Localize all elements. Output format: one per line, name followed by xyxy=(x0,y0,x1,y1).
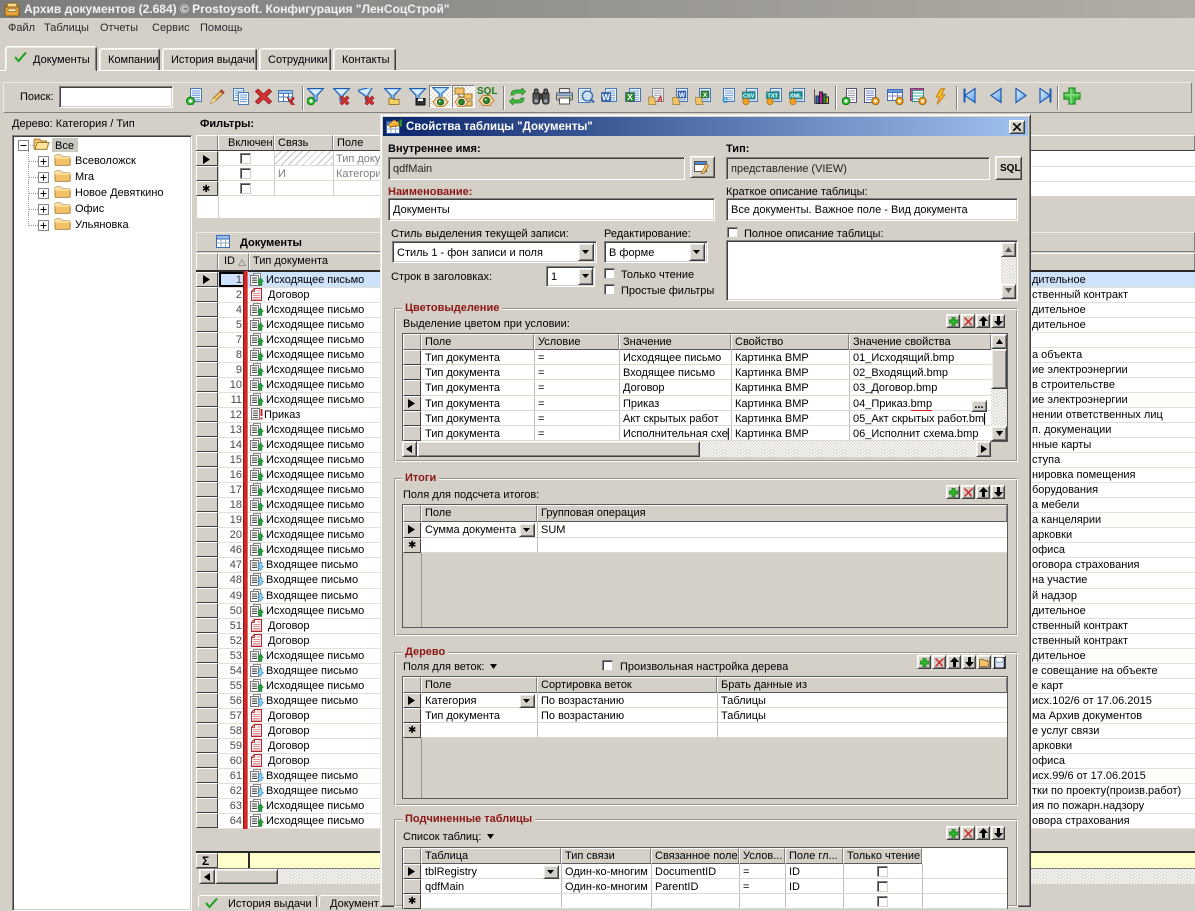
svg-text:A: A xyxy=(656,95,663,104)
svg-text:W: W xyxy=(679,92,686,99)
svg-text:e: e xyxy=(722,91,728,105)
svg-text:W: W xyxy=(602,92,611,102)
svg-text:X: X xyxy=(703,92,708,99)
svg-text:X: X xyxy=(627,92,633,102)
